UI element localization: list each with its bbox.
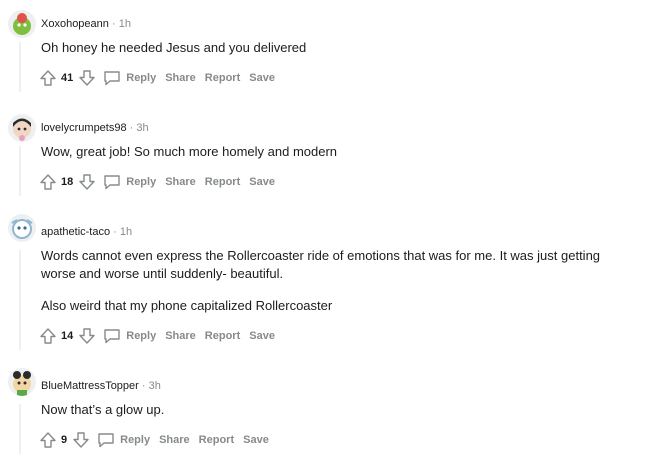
comment-meta: lovelycrumpets98 · 3h	[41, 122, 149, 134]
snoo-avatar-icon	[13, 118, 31, 141]
upvote-arrow-icon[interactable]	[38, 430, 58, 450]
comment-time[interactable]: 3h	[136, 122, 148, 134]
thread-line[interactable]	[19, 404, 21, 454]
reply-button[interactable]: Reply	[103, 326, 156, 346]
comment-body: Words cannot even express the Rollercoas…	[41, 247, 631, 329]
upvote-arrow-icon[interactable]	[38, 326, 58, 346]
speech-bubble-icon	[104, 71, 120, 86]
avatar[interactable]	[8, 368, 36, 396]
author-name[interactable]: Xoxohopeann	[41, 18, 109, 30]
thread-line[interactable]	[19, 146, 21, 196]
author-name[interactable]: BlueMattressTopper	[41, 380, 139, 392]
speech-bubble-icon	[104, 175, 120, 190]
save-button[interactable]: Save	[249, 70, 275, 86]
avatar[interactable]	[8, 214, 36, 242]
comment-paragraph: Also weird that my phone capitalized Rol…	[41, 298, 333, 313]
share-button[interactable]: Share	[159, 432, 190, 448]
author-name[interactable]: lovelycrumpets98	[41, 122, 127, 134]
reply-label: Reply	[126, 176, 157, 188]
meta-separator: ·	[129, 122, 134, 134]
comment-actions: 18 Reply Share Report Save	[38, 170, 275, 194]
report-button[interactable]: Report	[205, 70, 240, 86]
share-button[interactable]: Share	[165, 174, 196, 190]
report-button[interactable]: Report	[205, 174, 240, 190]
comment-meta: BlueMattressTopper · 3h	[41, 380, 161, 392]
share-button[interactable]: Share	[165, 328, 196, 344]
share-button[interactable]: Share	[165, 70, 196, 86]
snoo-avatar-icon	[13, 13, 31, 35]
avatar[interactable]	[8, 10, 36, 38]
downvote-arrow-icon[interactable]	[77, 172, 97, 192]
comment-time[interactable]: 1h	[120, 226, 132, 238]
reply-button[interactable]: Reply	[103, 172, 156, 192]
vote-score: 41	[61, 72, 74, 84]
comment-paragraph: Oh honey he needed Jesus and you deliver…	[41, 40, 307, 55]
vote-score: 14	[61, 330, 74, 342]
comment-time[interactable]: 1h	[119, 18, 131, 30]
reply-button[interactable]: Reply	[103, 68, 156, 88]
speech-bubble-icon	[98, 433, 114, 448]
avatar[interactable]	[8, 114, 36, 142]
vote-score: 18	[61, 176, 74, 188]
snoo-avatar-icon	[11, 219, 33, 239]
comment-time[interactable]: 3h	[149, 380, 161, 392]
downvote-arrow-icon[interactable]	[71, 430, 91, 450]
upvote-arrow-icon[interactable]	[38, 68, 58, 88]
save-button[interactable]: Save	[243, 432, 269, 448]
comment-paragraph: Words cannot even express the Rollercoas…	[41, 248, 601, 281]
comment-meta: Xoxohopeann · 1h	[41, 18, 131, 30]
save-button[interactable]: Save	[249, 328, 275, 344]
reply-label: Reply	[120, 434, 151, 446]
report-button[interactable]: Report	[205, 328, 240, 344]
upvote-arrow-icon[interactable]	[38, 172, 58, 192]
thread-line[interactable]	[19, 250, 21, 350]
comment-paragraph: Now that’s a glow up.	[41, 402, 165, 417]
meta-separator: ·	[111, 18, 116, 30]
vote-score: 9	[61, 434, 68, 446]
downvote-arrow-icon[interactable]	[77, 68, 97, 88]
comment-actions: 41 Reply Share Report Save	[38, 66, 275, 90]
downvote-arrow-icon[interactable]	[77, 326, 97, 346]
comment-paragraph: Wow, great job! So much more homely and …	[41, 144, 338, 159]
meta-separator: ·	[141, 380, 146, 392]
reply-label: Reply	[126, 330, 157, 342]
speech-bubble-icon	[104, 329, 120, 344]
comment-actions: 14 Reply Share Report Save	[38, 324, 275, 348]
comment-meta: apathetic-taco · 1h	[41, 226, 132, 238]
author-name[interactable]: apathetic-taco	[41, 226, 110, 238]
report-button[interactable]: Report	[199, 432, 234, 448]
snoo-avatar-icon	[13, 371, 31, 396]
meta-separator: ·	[113, 226, 117, 238]
reply-button[interactable]: Reply	[97, 430, 150, 450]
reply-label: Reply	[126, 72, 157, 84]
save-button[interactable]: Save	[249, 174, 275, 190]
comment-actions: 9 Reply Share Report Save	[38, 428, 269, 452]
thread-line[interactable]	[19, 42, 21, 92]
